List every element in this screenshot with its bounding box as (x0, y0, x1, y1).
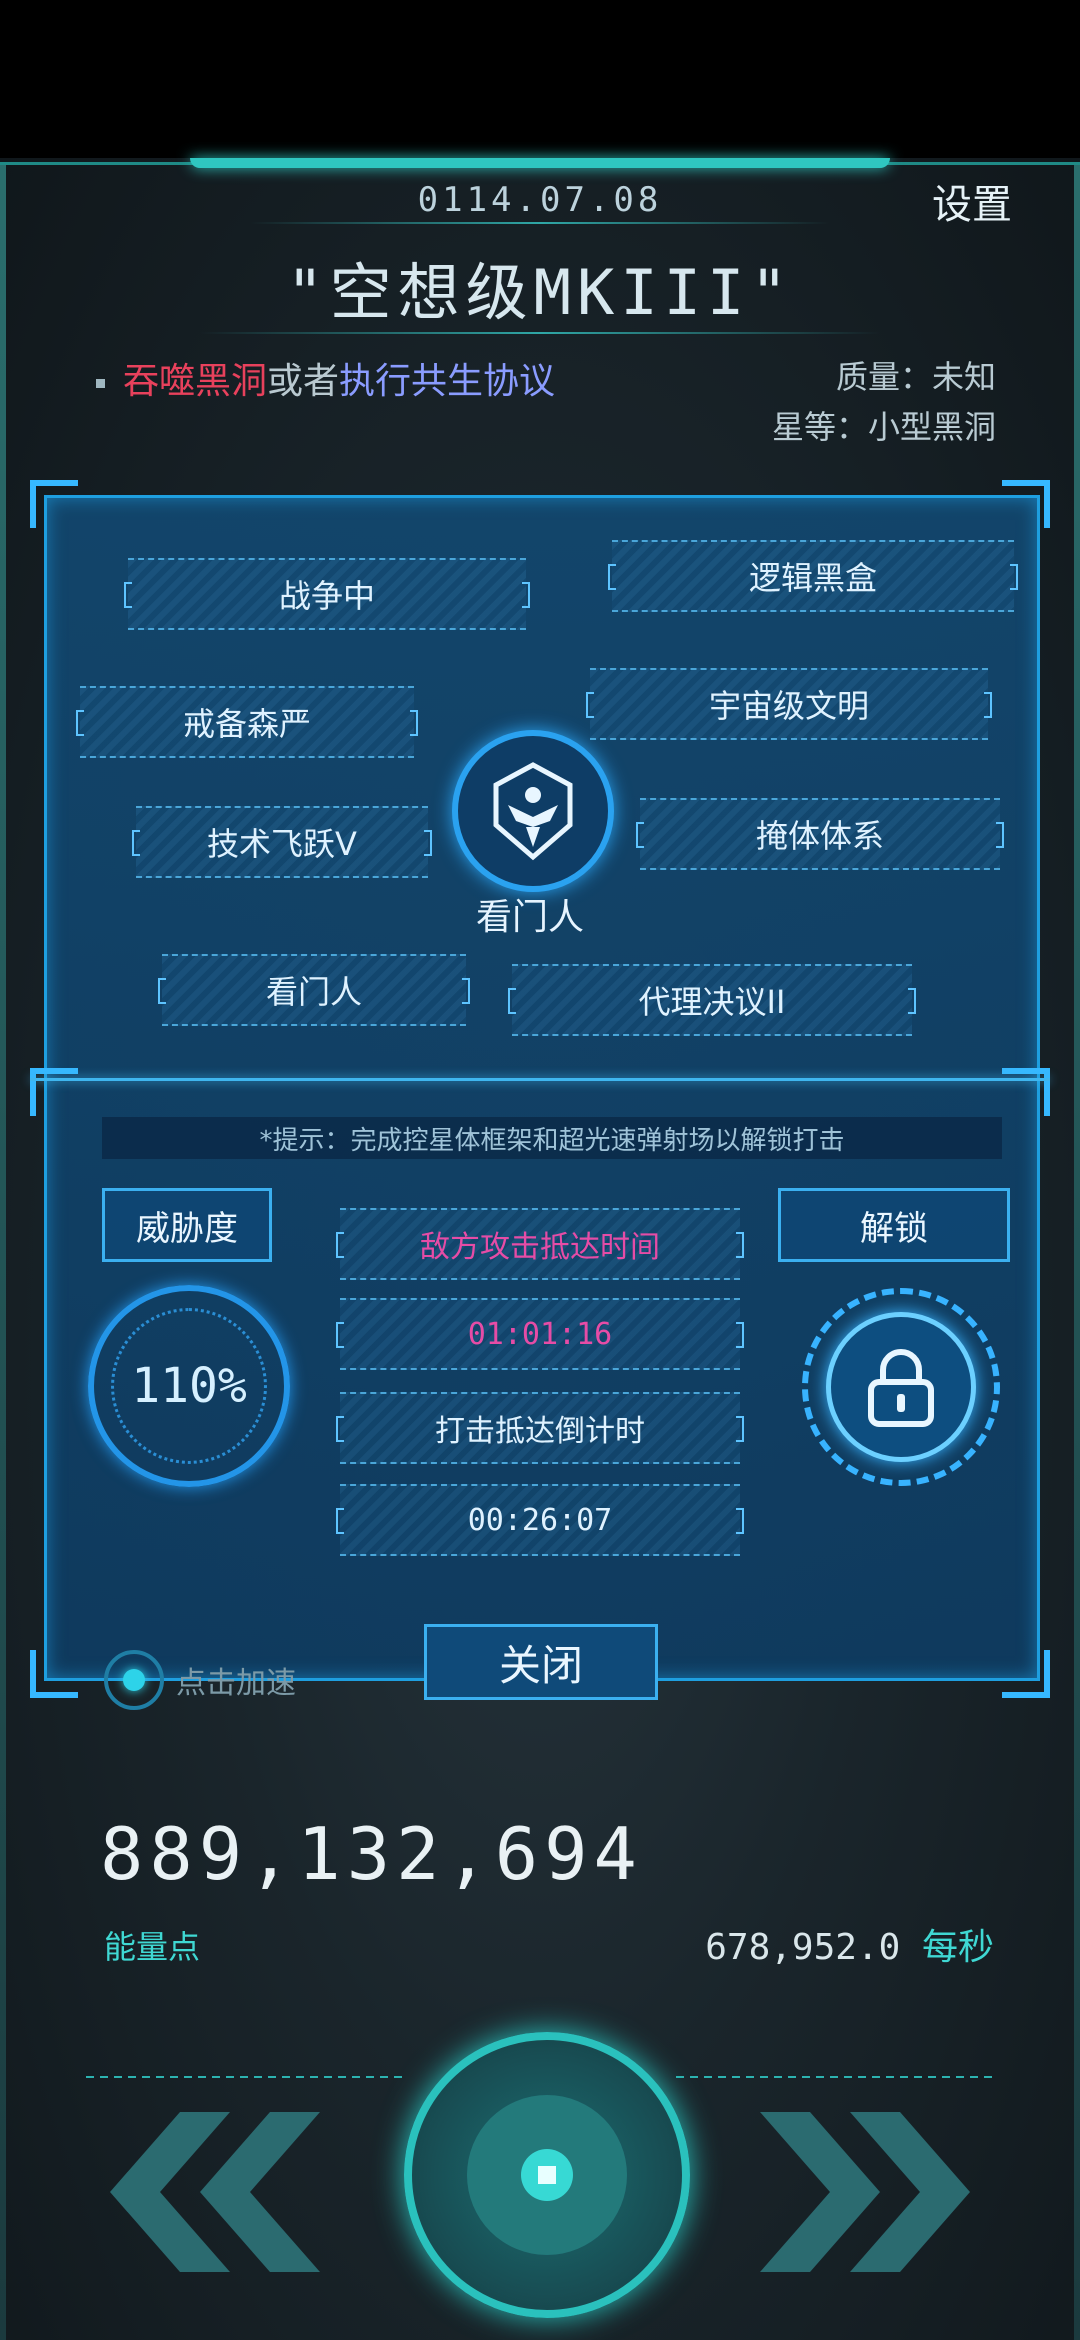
eagle-icon (493, 762, 573, 861)
hint-text: *提示：完成控星体框架和超光速弹射场以解锁打击 (102, 1117, 1002, 1159)
bottom-line-right (676, 2076, 994, 2078)
mission-symbiosis: 执行共生协议 (339, 361, 556, 402)
unlock-button[interactable]: 解锁 (778, 1188, 1010, 1262)
trait-tag: 战争中 (124, 558, 530, 630)
civilization-emblem (452, 730, 614, 892)
lock-icon (868, 1349, 934, 1427)
trait-tag: 戒备森严 (76, 686, 418, 758)
frame-left (0, 165, 6, 2340)
strike-countdown-label: 打击抵达倒计时 (336, 1392, 744, 1464)
threat-label: 威胁度 (102, 1188, 272, 1262)
close-button[interactable]: 关闭 (424, 1624, 658, 1700)
corner-top-left (30, 480, 78, 528)
title-divider-top (250, 222, 830, 224)
ship-title: "空想级MKIII" (286, 256, 794, 329)
trait-tag: 宇宙级文明 (586, 668, 992, 740)
trait-tag: 掩体体系 (636, 798, 1004, 870)
corner-top-right (1002, 480, 1050, 528)
core-icon (521, 2149, 573, 2201)
trait-tag: 逻辑黑盒 (608, 540, 1018, 612)
corner-mid-right (1002, 1068, 1050, 1116)
energy-rate-value: 678,952.0 (705, 1927, 901, 1968)
accelerate-button[interactable]: 点击加速 (104, 1650, 296, 1710)
corner-bottom-right (1002, 1650, 1050, 1698)
settings-button[interactable]: 设置 (932, 172, 1012, 230)
panel-divider (30, 1078, 1050, 1081)
mission-objective: 吞噬黑洞或者执行共生协议 (96, 352, 555, 404)
enemy-arrival-label: 敌方攻击抵达时间 (336, 1208, 744, 1280)
mission-devour: 吞噬黑洞 (123, 361, 268, 402)
energy-rate: 678,952.0 每秒 (705, 1918, 994, 1970)
corner-mid-left (30, 1068, 78, 1116)
trait-tag: 代理决议II (508, 964, 916, 1036)
accelerate-icon (104, 1650, 164, 1710)
threat-gauge: 110% (88, 1285, 290, 1487)
accelerate-label: 点击加速 (176, 1666, 296, 1701)
energy-amount: 889,132,694 (100, 1812, 643, 1896)
bullet-icon (96, 378, 105, 388)
target-star-grade: 星等：小型黑洞 (771, 408, 996, 446)
title-divider-bottom (200, 332, 880, 334)
threat-value: 110% (111, 1308, 267, 1464)
previous-arrows-icon[interactable] (100, 2112, 320, 2272)
emblem-label: 看门人 (475, 897, 584, 938)
status-bar-area (0, 0, 1080, 158)
trait-tag: 看门人 (158, 954, 470, 1026)
frame-right (1074, 165, 1080, 2340)
corner-bottom-left (30, 1650, 78, 1698)
enemy-arrival-time: 01:01:16 (336, 1298, 744, 1370)
mission-or: 或者 (267, 361, 340, 402)
frame-top (0, 158, 1080, 178)
target-mass: 质量：未知 (835, 358, 996, 396)
main-action-button[interactable] (404, 2032, 690, 2318)
game-date: 0114.07.08 (417, 180, 663, 220)
trait-tag: 技术飞跃V (132, 806, 432, 878)
energy-label: 能量点 (104, 1928, 201, 1966)
energy-rate-unit: 每秒 (921, 1927, 994, 1968)
bottom-line-left (86, 2076, 404, 2078)
next-arrows-icon[interactable] (760, 2112, 980, 2272)
strike-countdown-time: 00:26:07 (336, 1484, 744, 1556)
lock-strike-button[interactable] (802, 1288, 1000, 1486)
